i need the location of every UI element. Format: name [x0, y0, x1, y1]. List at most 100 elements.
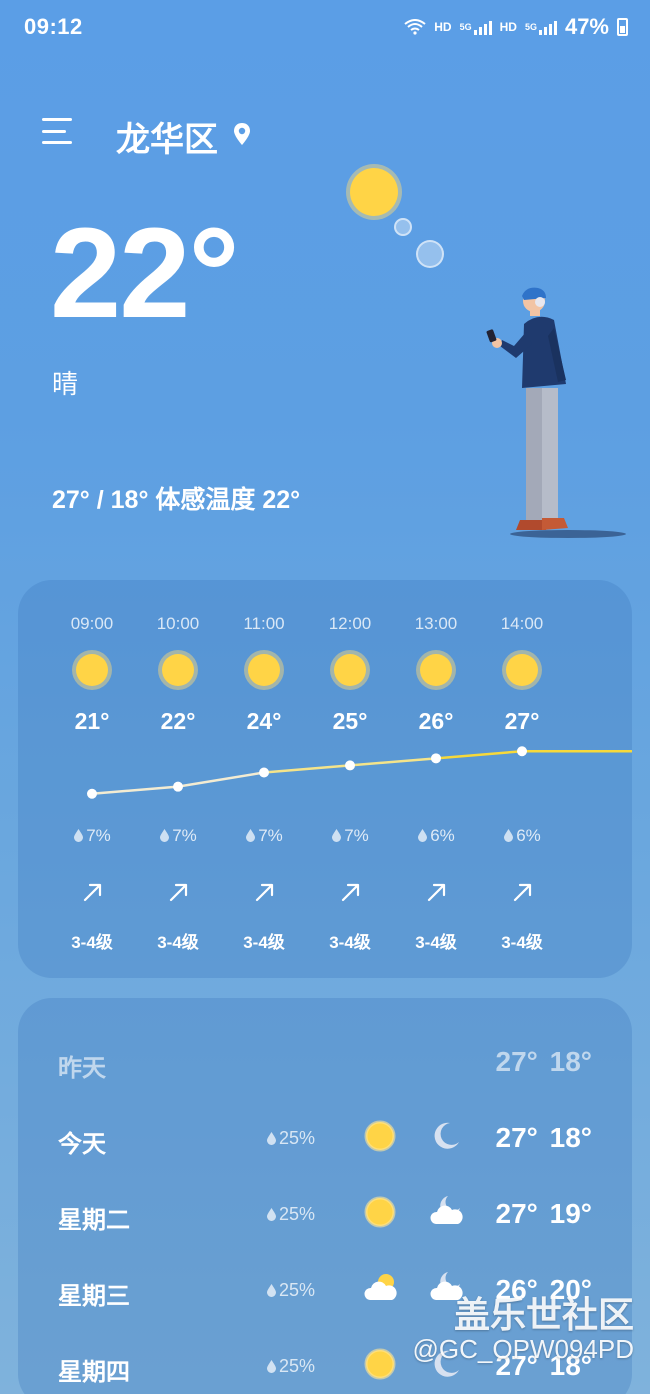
- day-weather-icon: [362, 1194, 398, 1235]
- raindrop-icon: [418, 829, 428, 842]
- precipitation-value: 6%: [516, 826, 541, 845]
- moon-icon: [434, 1122, 459, 1149]
- hour-precipitation: 7%: [135, 826, 221, 846]
- trend-point: [87, 788, 97, 799]
- battery-icon: [617, 18, 628, 36]
- signal-icon: [538, 19, 557, 35]
- city-name[interactable]: 龙华区: [116, 112, 218, 161]
- wind-level: 3-4级: [71, 933, 113, 952]
- raindrop-icon: [504, 829, 514, 842]
- precipitation-value: 7%: [172, 826, 197, 845]
- day-precipitation: 25%: [266, 1280, 315, 1301]
- hour-time: 14:00: [500, 614, 544, 633]
- raindrop-icon: [267, 1132, 276, 1145]
- wifi-icon: [404, 19, 426, 35]
- hour-time: 12:00: [328, 614, 372, 633]
- day-weather-icon: [362, 1270, 398, 1311]
- hour-precipitation: 7%: [49, 826, 135, 846]
- sun-icon: [248, 654, 280, 686]
- sun-icon: [76, 654, 108, 686]
- trend-segment: [91, 785, 179, 795]
- precipitation-value: 6%: [430, 826, 455, 845]
- wind-level: 3-4级: [157, 933, 199, 952]
- temperature-range: 27° / 18° 体感温度 22°: [52, 486, 301, 514]
- sun-icon: [162, 654, 194, 686]
- wind-level: 3-4级: [243, 933, 285, 952]
- sun-icon: [506, 654, 538, 686]
- hour-precipitation: 6%: [393, 826, 479, 846]
- precipitation-value: 25%: [279, 1280, 316, 1300]
- trend-point: [517, 746, 527, 757]
- hour-temperature: 27°: [504, 708, 540, 734]
- precipitation-value: 25%: [279, 1356, 316, 1376]
- wind-direction-arrow-icon: [341, 883, 360, 902]
- night-weather-icon: [428, 1118, 464, 1159]
- current-temperature: 22°: [50, 202, 240, 345]
- trend-point: [345, 760, 355, 771]
- night-weather-icon: [428, 1194, 464, 1235]
- trend-segment: [177, 771, 265, 788]
- hour-temperature: 22°: [160, 708, 196, 734]
- day-name: 星期三: [58, 1283, 130, 1310]
- hour-time: 09:00: [70, 614, 114, 633]
- status-bar: 09:12 HD 5G HD 5G 47%: [0, 0, 650, 58]
- wind-direction-arrow-icon: [169, 883, 188, 902]
- watermark-site: 盖乐世社区: [453, 1294, 634, 1335]
- raindrop-icon: [267, 1284, 276, 1297]
- status-icons: HD 5G HD 5G 47%: [404, 14, 628, 40]
- hour-temperature: 26°: [418, 708, 454, 734]
- hourly-forecast-card[interactable]: 09:00 21° 7% 3-4级 10:00 22° 7% 3-4级 11:00 24° 7% 3-…: [18, 580, 632, 978]
- day-temperature-range: 27° 18°: [495, 1046, 592, 1077]
- day-name: 星期二: [58, 1207, 130, 1234]
- hour-precipitation: 7%: [221, 826, 307, 846]
- trend-point: [259, 767, 269, 778]
- day-precipitation: 25%: [266, 1128, 315, 1149]
- sun-icon: [364, 1120, 396, 1152]
- daily-row[interactable]: 今天 25% 27° 18°: [18, 1114, 632, 1164]
- sun-icon: [420, 654, 452, 686]
- raindrop-icon: [267, 1208, 276, 1221]
- day-precipitation: 25%: [266, 1204, 315, 1225]
- hd-label: HD: [434, 20, 452, 34]
- trend-segment: [349, 757, 437, 767]
- watermark-user: @GC_OPW094PD: [412, 1334, 634, 1364]
- hour-temperature: 25°: [332, 708, 368, 734]
- hour-time: 10:00: [156, 614, 200, 633]
- day-weather-icon: [362, 1118, 398, 1159]
- wind-level: 3-4级: [329, 933, 371, 952]
- day-precipitation: 25%: [266, 1356, 315, 1377]
- bubble-decoration: [394, 218, 412, 236]
- precipitation-value: 7%: [258, 826, 283, 845]
- daily-row[interactable]: 星期二 25% 27° 19°: [18, 1190, 632, 1240]
- wind-level: 3-4级: [501, 933, 543, 952]
- hour-precipitation: 7%: [307, 826, 393, 846]
- hd-label: HD: [499, 20, 517, 34]
- trend-point: [173, 781, 183, 792]
- location-pin-icon: [234, 123, 250, 145]
- wind-direction-arrow-icon: [513, 883, 532, 902]
- wind-direction-arrow-icon: [427, 883, 446, 902]
- precipitation-value: 7%: [344, 826, 369, 845]
- day-name: 星期四: [58, 1359, 130, 1386]
- battery-percent: 47%: [564, 14, 609, 39]
- precipitation-value: 7%: [86, 826, 111, 845]
- bubble-decoration: [416, 240, 444, 268]
- sun-icon: [364, 1196, 396, 1228]
- cloud-moon-icon: [430, 1196, 463, 1224]
- day-weather-icon: [362, 1346, 398, 1387]
- daily-row[interactable]: 昨天 27° 18°: [18, 1038, 632, 1088]
- menu-icon[interactable]: [42, 118, 72, 144]
- sun-illustration: [350, 168, 398, 216]
- day-temperature-range: 27° 19°: [495, 1198, 592, 1229]
- network-type: 5G: [524, 22, 537, 32]
- day-name: 今天: [58, 1131, 106, 1158]
- precipitation-value: 25%: [279, 1204, 316, 1224]
- hour-precipitation: 6%: [479, 826, 565, 846]
- precipitation-value: 25%: [279, 1128, 316, 1148]
- trend-segment: [435, 750, 523, 760]
- wind-direction-arrow-icon: [255, 883, 274, 902]
- raindrop-icon: [246, 829, 256, 842]
- current-condition: 晴: [52, 369, 79, 399]
- raindrop-icon: [267, 1360, 276, 1373]
- day-temperature-range: 27° 18°: [495, 1122, 592, 1153]
